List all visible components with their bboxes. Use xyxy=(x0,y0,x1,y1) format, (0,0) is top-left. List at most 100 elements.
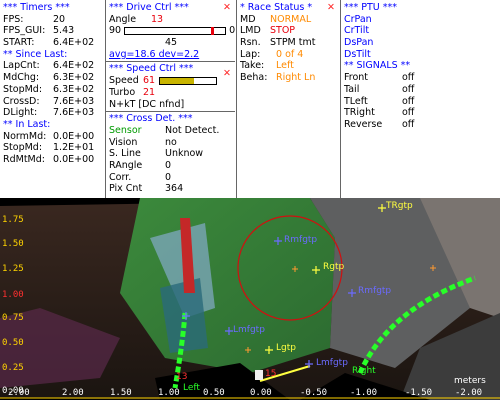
x-tick-label: -2.00 xyxy=(455,388,483,398)
signal-label: TRight xyxy=(344,107,375,119)
since-row: CrossD: 7.6E+03 xyxy=(3,96,104,108)
ptu-column: *** PTU *** CrPan CrTilt DsPan DsTilt **… xyxy=(340,0,500,198)
fps-value: 20 xyxy=(53,13,66,25)
target-label: TRgtp xyxy=(386,201,413,211)
in-value: 1.2E+01 xyxy=(53,142,95,154)
race-label: Beha: xyxy=(240,72,268,84)
x-tick-label: -1.00 xyxy=(350,388,378,398)
signal-label: Tail xyxy=(344,83,360,95)
speed-label: Speed xyxy=(109,75,139,87)
race-label: LMD xyxy=(240,25,261,37)
since-label: CrossD: xyxy=(3,95,40,107)
ptu-item: DsTilt xyxy=(344,48,371,60)
cross-value: 364 xyxy=(165,183,184,195)
y-tick-label: 1.75 xyxy=(2,215,24,225)
cross-label: S. Line xyxy=(109,148,141,160)
ptu-item: DsPan xyxy=(344,37,374,49)
signal-value: off xyxy=(402,83,415,95)
in-last-title: ** In Last: xyxy=(3,118,51,130)
cross-row: Vision no xyxy=(109,137,235,149)
race-value: NORMAL xyxy=(270,13,312,25)
ptu-title: *** PTU *** xyxy=(344,2,398,13)
turbo-label: Turbo xyxy=(109,86,136,98)
close-icon[interactable]: ✕ xyxy=(327,2,335,14)
race-row: Lap: 0 of 4 xyxy=(240,49,339,61)
nkt-status: N+kT [DC nfnd] xyxy=(109,98,185,110)
right-lane-label: Right xyxy=(352,366,376,376)
since-label: LapCnt: xyxy=(3,60,40,72)
race-value: STOP xyxy=(270,25,296,37)
camera-view[interactable]: 1.75 1.50 1.25 1.00 0.75 0.50 0.25 0.00 … xyxy=(0,198,500,400)
ptu-item: CrPan xyxy=(344,13,372,25)
in-label: StopMd: xyxy=(3,142,43,154)
y-tick-label: 0.25 xyxy=(2,363,24,373)
target-label: Lgtp xyxy=(276,343,296,353)
cross-label: Pix Cnt xyxy=(109,183,143,195)
slider-center-label: 45 xyxy=(165,37,178,49)
x-tick-label: 1.00 xyxy=(158,388,180,398)
angle-marker-label: 13 xyxy=(176,372,188,382)
cross-label: Vision xyxy=(109,136,138,148)
ptu-item: CrTilt xyxy=(344,25,370,37)
cross-value: Unknow xyxy=(165,148,204,160)
telemetry-panel: *** Timers *** FPS: 20 FPS_GUI: 5.43 START… xyxy=(0,0,500,198)
fps-label: FPS: xyxy=(3,13,24,25)
signal-row: Tail off xyxy=(344,84,500,96)
since-row: DLight: 7.6E+03 xyxy=(3,107,104,119)
since-label: StopMd: xyxy=(3,83,43,95)
since-row: MdChg: 6.3E+02 xyxy=(3,72,104,84)
signal-row: TLeft off xyxy=(344,96,500,108)
units-label: meters xyxy=(454,376,486,386)
race-label: MD xyxy=(240,13,256,25)
y-tick-label: 1.25 xyxy=(2,264,24,274)
since-value: 7.6E+03 xyxy=(53,107,95,119)
divider xyxy=(106,61,235,63)
start-value: 6.4E+02 xyxy=(53,37,95,49)
since-value: 6.3E+02 xyxy=(53,83,95,95)
cross-row: Sensor Not Detect. xyxy=(109,125,235,137)
race-label: Rsn. xyxy=(240,37,261,49)
angle-value: 13 xyxy=(151,13,164,25)
angle-label: Angle xyxy=(109,13,137,25)
x-tick-label: 2.00 xyxy=(62,388,84,398)
fpsgui-value: 5.43 xyxy=(53,25,75,37)
signal-row: Front off xyxy=(344,72,500,84)
cross-label: RAngle xyxy=(109,159,143,171)
race-row: Rsn. STPM tmt xyxy=(240,37,339,49)
race-row: Take: Left xyxy=(240,60,339,72)
signal-row: Reverse off xyxy=(344,119,500,131)
signal-label: TLeft xyxy=(344,95,368,107)
angle-slider-thumb[interactable] xyxy=(211,27,215,36)
since-value: 7.6E+03 xyxy=(53,95,95,107)
close-icon[interactable]: ✕ xyxy=(223,2,231,14)
signal-value: off xyxy=(402,72,415,84)
in-row: StopMd: 1.2E+01 xyxy=(3,142,104,154)
race-status-column: * Race Status * ✕ MD NORMAL LMD STOP Rsn. S… xyxy=(236,0,339,198)
in-value: 0.0E+00 xyxy=(53,130,95,142)
signal-value: off xyxy=(402,95,415,107)
cross-label: Sensor xyxy=(109,124,142,136)
signals-title: ** SIGNALS ** xyxy=(344,60,411,72)
slider-min-label: 90 xyxy=(109,25,122,37)
target-label: Rgtp xyxy=(323,262,345,272)
speed-ctrl-title: *** Speed Ctrl *** xyxy=(109,63,194,75)
fpsgui-label: FPS_GUI: xyxy=(3,25,46,37)
cross-row: S. Line Unknow xyxy=(109,148,235,160)
cross-row: Pix Cnt 364 xyxy=(109,183,235,195)
angle-stats: avg=18.6 dev=2.2 xyxy=(109,48,200,60)
x-tick-label: -0.50 xyxy=(300,388,328,398)
since-row: StopMd: 6.3E+02 xyxy=(3,84,104,96)
timers-title: *** Timers *** xyxy=(3,2,70,13)
cross-row: Corr. 0 xyxy=(109,172,235,184)
since-label: MdChg: xyxy=(3,72,40,84)
race-row: MD NORMAL xyxy=(240,14,339,26)
close-icon[interactable]: ✕ xyxy=(223,68,231,80)
race-status-title: * Race Status * xyxy=(240,2,313,13)
divider xyxy=(106,111,235,113)
angle-slider[interactable] xyxy=(124,27,227,36)
in-value: 0.0E+00 xyxy=(53,153,95,165)
in-label: NormMd: xyxy=(3,130,47,142)
start-label: START: xyxy=(3,37,35,49)
x-tick-label: 0.50 xyxy=(203,388,225,398)
y-tick-label: 1.50 xyxy=(2,239,24,249)
